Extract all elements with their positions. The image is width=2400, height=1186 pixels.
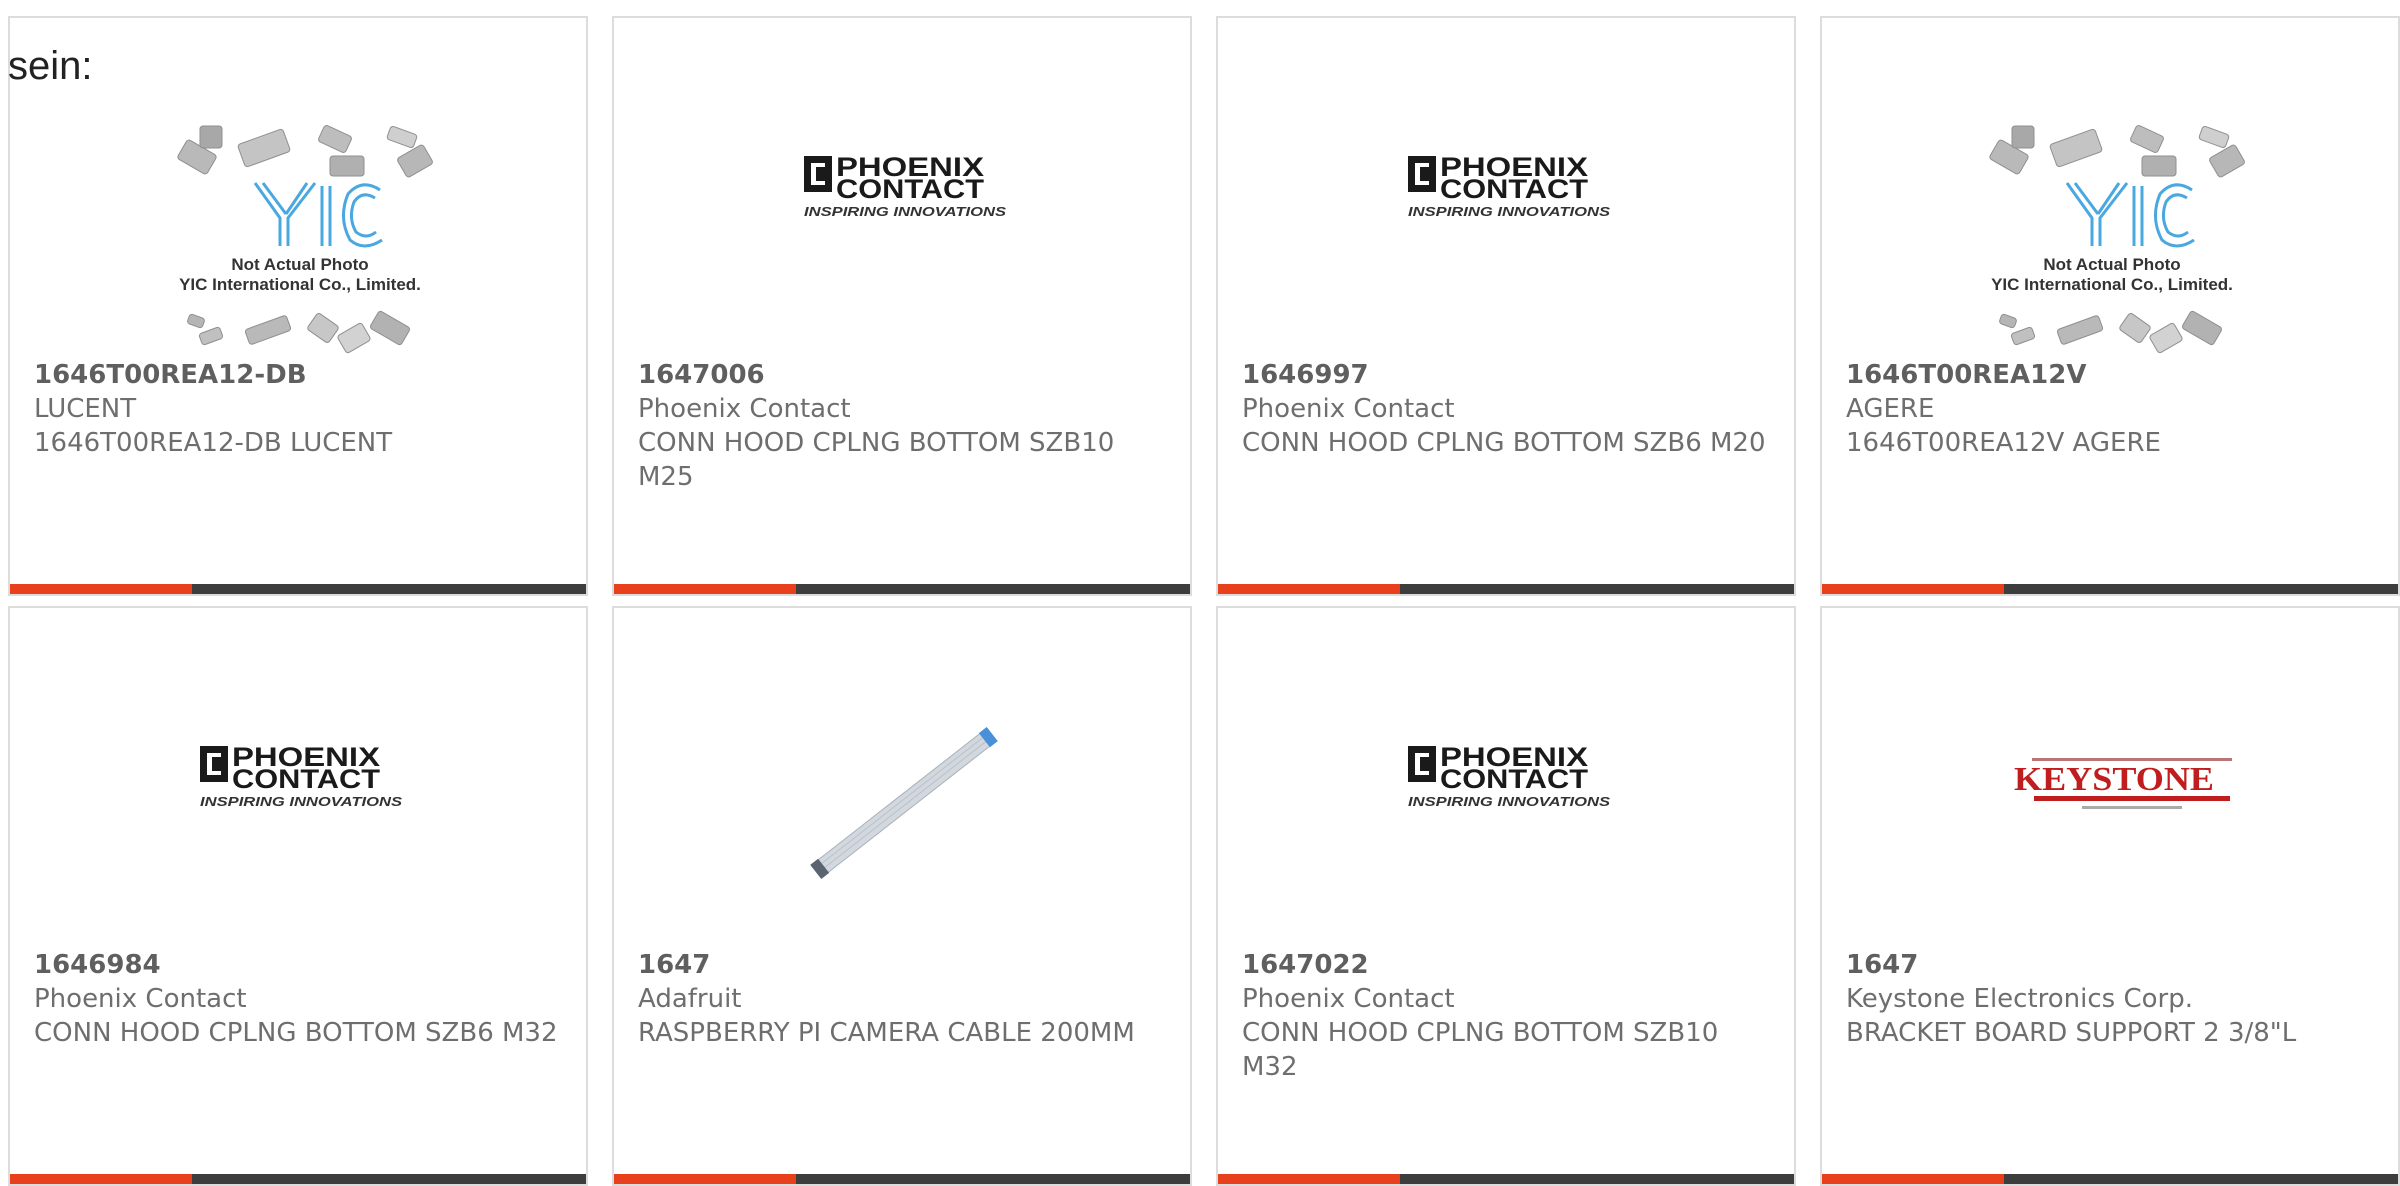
phoenix-brand-bottom: CONTACT <box>1440 174 1589 204</box>
card-accent-bar <box>1218 1174 1400 1184</box>
product-description: CONN HOOD CPLNG BOTTOM SZB6 M32 <box>34 1018 558 1048</box>
phoenix-tagline: INSPIRING INNOVATIONS <box>200 794 402 809</box>
manufacturer-name: Keystone Electronics Corp. <box>1846 984 2194 1014</box>
manufacturer-name: Adafruit <box>638 984 742 1014</box>
chip-cluster-top-icon <box>1989 124 2245 178</box>
part-number[interactable]: 1646T00REA12-DB <box>34 358 566 392</box>
phoenix-contact-logo: PHOENIX CONTACT INSPIRING INNOVATIONS <box>1408 742 1610 809</box>
card-bottom-bar <box>614 1174 1190 1184</box>
product-card[interactable]: PHOENIX CONTACT INSPIRING INNOVATIONS 16… <box>1216 606 1796 1186</box>
product-description: 1646T00REA12V AGERE <box>1846 428 2161 458</box>
card-accent-bar <box>614 584 796 594</box>
ribbon-cable-icon <box>810 726 998 880</box>
phoenix-tagline: INSPIRING INNOVATIONS <box>804 204 1006 219</box>
card-accent-bar <box>10 1174 192 1184</box>
card-accent-bar <box>1822 584 2004 594</box>
card-accent-bar <box>614 1174 796 1184</box>
product-image[interactable]: PHOENIX CONTACT INSPIRING INNOVATIONS <box>614 18 1190 358</box>
card-accent-bar <box>10 584 192 594</box>
part-number[interactable]: 1647022 <box>1242 948 1774 982</box>
chip-cluster-bottom-icon <box>1999 310 2222 354</box>
product-image[interactable]: PHOENIX CONTACT INSPIRING INNOVATIONS <box>10 608 586 948</box>
keystone-logo: KEYSTONE <box>2014 758 2232 809</box>
phoenix-tagline: INSPIRING INNOVATIONS <box>1408 204 1610 219</box>
product-image[interactable]: Not Actual Photo YIC International Co., … <box>1822 18 2398 358</box>
yic-caption-line-1: Not Actual Photo <box>231 255 368 274</box>
yic-caption-line-1: Not Actual Photo <box>2043 255 2180 274</box>
card-accent-bar <box>1822 1174 2004 1184</box>
card-bottom-bar <box>10 584 586 594</box>
product-description: CONN HOOD CPLNG BOTTOM SZB10 M32 <box>1242 1018 1719 1082</box>
chip-cluster-bottom-icon <box>187 310 410 354</box>
manufacturer-name: Phoenix Contact <box>1242 394 1455 424</box>
part-number[interactable]: 1647006 <box>638 358 1170 392</box>
product-image[interactable]: PHOENIX CONTACT INSPIRING INNOVATIONS <box>1218 608 1794 948</box>
card-bottom-bar <box>10 1174 586 1184</box>
intro-text: sein: <box>8 44 93 88</box>
yic-placeholder-image: Not Actual Photo YIC International Co., … <box>177 124 433 354</box>
part-number[interactable]: 1647 <box>638 948 1170 982</box>
phoenix-brand-bottom: CONTACT <box>1440 764 1589 794</box>
phoenix-mark-icon <box>804 156 832 192</box>
card-bottom-bar <box>1218 584 1794 594</box>
card-bottom-bar <box>614 584 1190 594</box>
product-image[interactable]: PHOENIX CONTACT INSPIRING INNOVATIONS <box>1218 18 1794 358</box>
phoenix-mark-icon <box>1408 156 1436 192</box>
part-number[interactable]: 1646997 <box>1242 358 1774 392</box>
phoenix-brand-bottom: CONTACT <box>232 764 381 794</box>
yic-placeholder-image: Not Actual Photo YIC International Co., … <box>1989 124 2245 354</box>
product-card[interactable]: Not Actual Photo YIC International Co., … <box>1820 16 2400 596</box>
phoenix-contact-logo: PHOENIX CONTACT INSPIRING INNOVATIONS <box>200 742 402 809</box>
phoenix-mark-icon <box>1408 746 1436 782</box>
product-card[interactable]: PHOENIX CONTACT INSPIRING INNOVATIONS 16… <box>612 16 1192 596</box>
product-info: 1646997 Phoenix Contact CONN HOOD CPLNG … <box>1242 358 1774 460</box>
chip-cluster-top-icon <box>177 124 433 178</box>
yic-caption-line-2: YIC International Co., Limited. <box>179 275 421 294</box>
product-image[interactable]: Not Actual Photo YIC International Co., … <box>10 18 586 358</box>
product-description: RASPBERRY PI CAMERA CABLE 200MM <box>638 1018 1135 1048</box>
product-description: CONN HOOD CPLNG BOTTOM SZB6 M20 <box>1242 428 1766 458</box>
ribbon-cable-image <box>810 726 998 880</box>
keystone-brand: KEYSTONE <box>2014 761 2214 798</box>
yic-logo-icon <box>2065 182 2195 248</box>
manufacturer-name: Phoenix Contact <box>1242 984 1455 1014</box>
product-info: 1647 Keystone Electronics Corp. BRACKET … <box>1846 948 2378 1050</box>
card-accent-bar <box>1218 584 1400 594</box>
part-number[interactable]: 1647 <box>1846 948 2378 982</box>
card-bottom-bar <box>1218 1174 1794 1184</box>
product-card[interactable]: PHOENIX CONTACT INSPIRING INNOVATIONS 16… <box>8 606 588 1186</box>
phoenix-brand-bottom: CONTACT <box>836 174 985 204</box>
product-description: 1646T00REA12-DB LUCENT <box>34 428 393 458</box>
product-info: 1647022 Phoenix Contact CONN HOOD CPLNG … <box>1242 948 1774 1084</box>
product-info: 1646984 Phoenix Contact CONN HOOD CPLNG … <box>34 948 566 1050</box>
product-info: 1646T00REA12V AGERE 1646T00REA12V AGERE <box>1846 358 2378 460</box>
product-card[interactable]: PHOENIX CONTACT INSPIRING INNOVATIONS 16… <box>1216 16 1796 596</box>
product-image[interactable]: KEYSTONE <box>1822 608 2398 948</box>
product-info: 1647006 Phoenix Contact CONN HOOD CPLNG … <box>638 358 1170 494</box>
manufacturer-name: Phoenix Contact <box>638 394 851 424</box>
phoenix-contact-logo: PHOENIX CONTACT INSPIRING INNOVATIONS <box>804 152 1006 219</box>
product-card[interactable]: Not Actual Photo YIC International Co., … <box>8 16 588 596</box>
product-description: BRACKET BOARD SUPPORT 2 3/8"L <box>1846 1018 2297 1048</box>
product-card[interactable]: KEYSTONE 1647 Keystone Electronics Corp.… <box>1820 606 2400 1186</box>
yic-logo-icon <box>253 182 383 248</box>
yic-caption-line-2: YIC International Co., Limited. <box>1991 275 2233 294</box>
manufacturer-name: LUCENT <box>34 394 137 424</box>
product-card[interactable]: 1647 Adafruit RASPBERRY PI CAMERA CABLE … <box>612 606 1192 1186</box>
card-bottom-bar <box>1822 584 2398 594</box>
product-info: 1646T00REA12-DB LUCENT 1646T00REA12-DB L… <box>34 358 566 460</box>
phoenix-contact-logo: PHOENIX CONTACT INSPIRING INNOVATIONS <box>1408 152 1610 219</box>
part-number[interactable]: 1646984 <box>34 948 566 982</box>
card-bottom-bar <box>1822 1174 2398 1184</box>
phoenix-tagline: INSPIRING INNOVATIONS <box>1408 794 1610 809</box>
phoenix-mark-icon <box>200 746 228 782</box>
product-image[interactable] <box>614 608 1190 948</box>
product-info: 1647 Adafruit RASPBERRY PI CAMERA CABLE … <box>638 948 1170 1050</box>
manufacturer-name: AGERE <box>1846 394 1935 424</box>
manufacturer-name: Phoenix Contact <box>34 984 247 1014</box>
part-number[interactable]: 1646T00REA12V <box>1846 358 2378 392</box>
product-description: CONN HOOD CPLNG BOTTOM SZB10 M25 <box>638 428 1115 492</box>
